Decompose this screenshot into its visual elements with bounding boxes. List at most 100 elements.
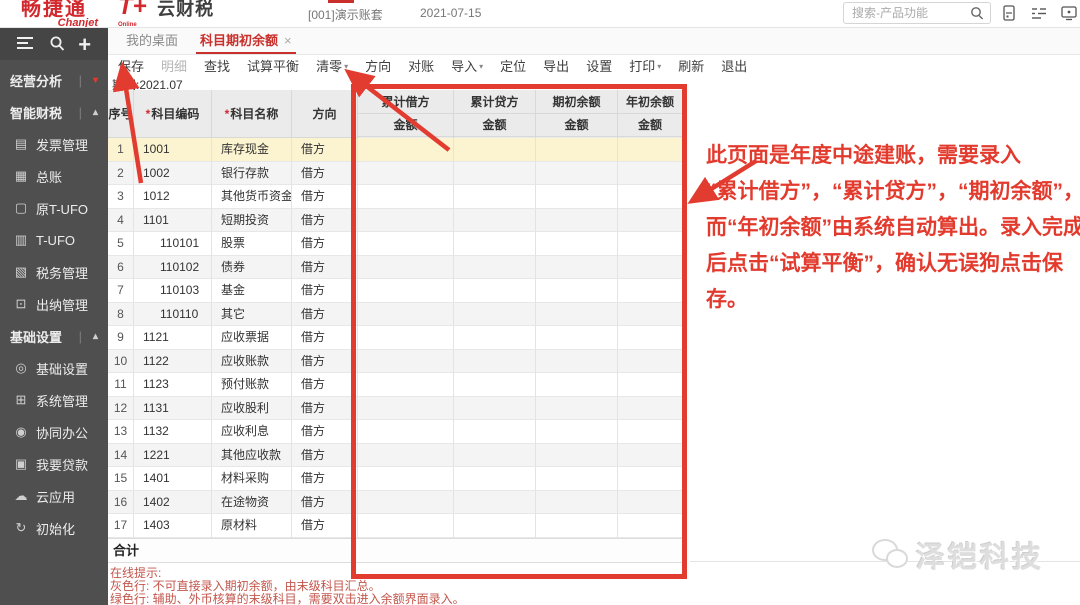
- tab-my-desktop[interactable]: 我的桌面: [126, 28, 178, 54]
- account-name-cell[interactable]: 基金: [212, 279, 292, 303]
- amount-cell[interactable]: [454, 373, 536, 397]
- account-name-cell[interactable]: 股票: [212, 232, 292, 256]
- amount-cell[interactable]: [536, 350, 618, 374]
- sidebar-item-6[interactable]: ▧税务管理: [0, 256, 108, 288]
- table-row[interactable]: 111123预付账款借方: [108, 373, 686, 397]
- account-name-cell[interactable]: 短期投资: [212, 209, 292, 233]
- amount-cell[interactable]: [618, 373, 683, 397]
- account-code-cell[interactable]: 1131: [134, 397, 212, 421]
- amount-cell[interactable]: [618, 185, 683, 209]
- sidebar-item-13[interactable]: ☁云应用: [0, 480, 108, 512]
- amount-cell[interactable]: [454, 303, 536, 327]
- amount-cell[interactable]: [618, 326, 683, 350]
- toolbar-button-5[interactable]: 方向: [365, 56, 391, 75]
- table-row[interactable]: 101122应收账款借方: [108, 350, 686, 374]
- amount-cell[interactable]: [618, 256, 683, 280]
- account-name-cell[interactable]: 其他货币资金: [212, 185, 292, 209]
- amount-cell[interactable]: [536, 514, 618, 538]
- sidebar-item-12[interactable]: ▣我要贷款: [0, 448, 108, 480]
- tab-close-icon[interactable]: ×: [284, 33, 292, 48]
- account-code-cell[interactable]: 1403: [134, 514, 212, 538]
- amount-cell[interactable]: [454, 514, 536, 538]
- account-name-cell[interactable]: 预付账款: [212, 373, 292, 397]
- direction-cell[interactable]: 借方: [292, 138, 358, 162]
- tab-account-opening-balance[interactable]: 科目期初余额×: [196, 28, 296, 54]
- account-name-cell[interactable]: 材料采购: [212, 467, 292, 491]
- search-input[interactable]: [852, 4, 964, 22]
- table-row[interactable]: 151401材料采购借方: [108, 467, 686, 491]
- sidebar-search-icon[interactable]: [49, 35, 65, 54]
- amount-cell[interactable]: [454, 397, 536, 421]
- account-name-cell[interactable]: 其它: [212, 303, 292, 327]
- sidebar-item-4[interactable]: ▢原T-UFO: [0, 192, 108, 224]
- account-name-cell[interactable]: 债券: [212, 256, 292, 280]
- table-row[interactable]: 161402在途物资借方: [108, 491, 686, 515]
- account-code-cell[interactable]: 1402: [134, 491, 212, 515]
- table-row[interactable]: 31012其他货币资金借方: [108, 185, 686, 209]
- toolbar-button-13[interactable]: 退出: [721, 56, 747, 75]
- direction-cell[interactable]: 借方: [292, 373, 358, 397]
- amount-cell[interactable]: [618, 209, 683, 233]
- amount-cell[interactable]: [536, 162, 618, 186]
- direction-cell[interactable]: 借方: [292, 326, 358, 350]
- amount-cell[interactable]: [536, 138, 618, 162]
- amount-cell[interactable]: [454, 420, 536, 444]
- amount-cell[interactable]: [358, 232, 454, 256]
- amount-cell[interactable]: [536, 209, 618, 233]
- sidebar-item-7[interactable]: ⊡出纳管理: [0, 288, 108, 320]
- toolbar-button-0[interactable]: 保存: [118, 56, 144, 75]
- calculator-icon[interactable]: [1001, 5, 1018, 22]
- amount-cell[interactable]: [358, 256, 454, 280]
- amount-cell[interactable]: [618, 467, 683, 491]
- account-name-cell[interactable]: 库存现金: [212, 138, 292, 162]
- sidebar-section-1[interactable]: 智能财税|▴: [0, 96, 108, 128]
- amount-cell[interactable]: [358, 373, 454, 397]
- amount-cell[interactable]: [454, 162, 536, 186]
- direction-cell[interactable]: 借方: [292, 256, 358, 280]
- account-name-cell[interactable]: 应收账款: [212, 350, 292, 374]
- column-header-1[interactable]: *科目编码: [134, 90, 212, 138]
- chevron-down-icon[interactable]: ▾: [93, 75, 98, 86]
- account-code-cell[interactable]: 1012: [134, 185, 212, 209]
- sidebar-item-10[interactable]: ⊞系统管理: [0, 384, 108, 416]
- account-name-cell[interactable]: 原材料: [212, 514, 292, 538]
- amount-cell[interactable]: [618, 397, 683, 421]
- amount-cell[interactable]: [454, 232, 536, 256]
- amount-cell[interactable]: [358, 491, 454, 515]
- table-row[interactable]: 171403原材料借方: [108, 514, 686, 538]
- sidebar-item-3[interactable]: ▦总账: [0, 160, 108, 192]
- amount-cell[interactable]: [358, 209, 454, 233]
- sidebar-item-2[interactable]: ▤发票管理: [0, 128, 108, 160]
- amount-cell[interactable]: [536, 279, 618, 303]
- sidebar-item-5[interactable]: ▥T-UFO: [0, 224, 108, 256]
- account-code-cell[interactable]: 110101: [134, 232, 212, 256]
- table-row[interactable]: 41101短期投资借方: [108, 209, 686, 233]
- table-row[interactable]: 121131应收股利借方: [108, 397, 686, 421]
- amount-cell[interactable]: [618, 303, 683, 327]
- direction-cell[interactable]: 借方: [292, 514, 358, 538]
- table-row[interactable]: 91121应收票据借方: [108, 326, 686, 350]
- amount-cell[interactable]: [618, 162, 683, 186]
- amount-cell[interactable]: [358, 397, 454, 421]
- account-code-cell[interactable]: 1121: [134, 326, 212, 350]
- toolbar-button-2[interactable]: 查找: [204, 56, 230, 75]
- amount-cell[interactable]: [454, 138, 536, 162]
- account-code-cell[interactable]: 1101: [134, 209, 212, 233]
- amount-cell[interactable]: [454, 256, 536, 280]
- amount-cell[interactable]: [536, 397, 618, 421]
- direction-cell[interactable]: 借方: [292, 303, 358, 327]
- amount-cell[interactable]: [618, 491, 683, 515]
- table-row[interactable]: 5110101股票借方: [108, 232, 686, 256]
- account-code-cell[interactable]: 110110: [134, 303, 212, 327]
- toolbar-button-4[interactable]: 清零▾: [316, 56, 348, 75]
- account-set-label[interactable]: [001]演示账套: [308, 6, 383, 23]
- table-row[interactable]: 7110103基金借方: [108, 279, 686, 303]
- account-name-cell[interactable]: 应收股利: [212, 397, 292, 421]
- table-row[interactable]: 141221其他应收款借方: [108, 444, 686, 468]
- table-row[interactable]: 11001库存现金借方: [108, 138, 686, 162]
- table-row[interactable]: 8110110其它借方: [108, 303, 686, 327]
- amount-cell[interactable]: [536, 256, 618, 280]
- amount-cell[interactable]: [618, 420, 683, 444]
- chevron-up-icon[interactable]: ▴: [93, 331, 98, 342]
- direction-cell[interactable]: 借方: [292, 162, 358, 186]
